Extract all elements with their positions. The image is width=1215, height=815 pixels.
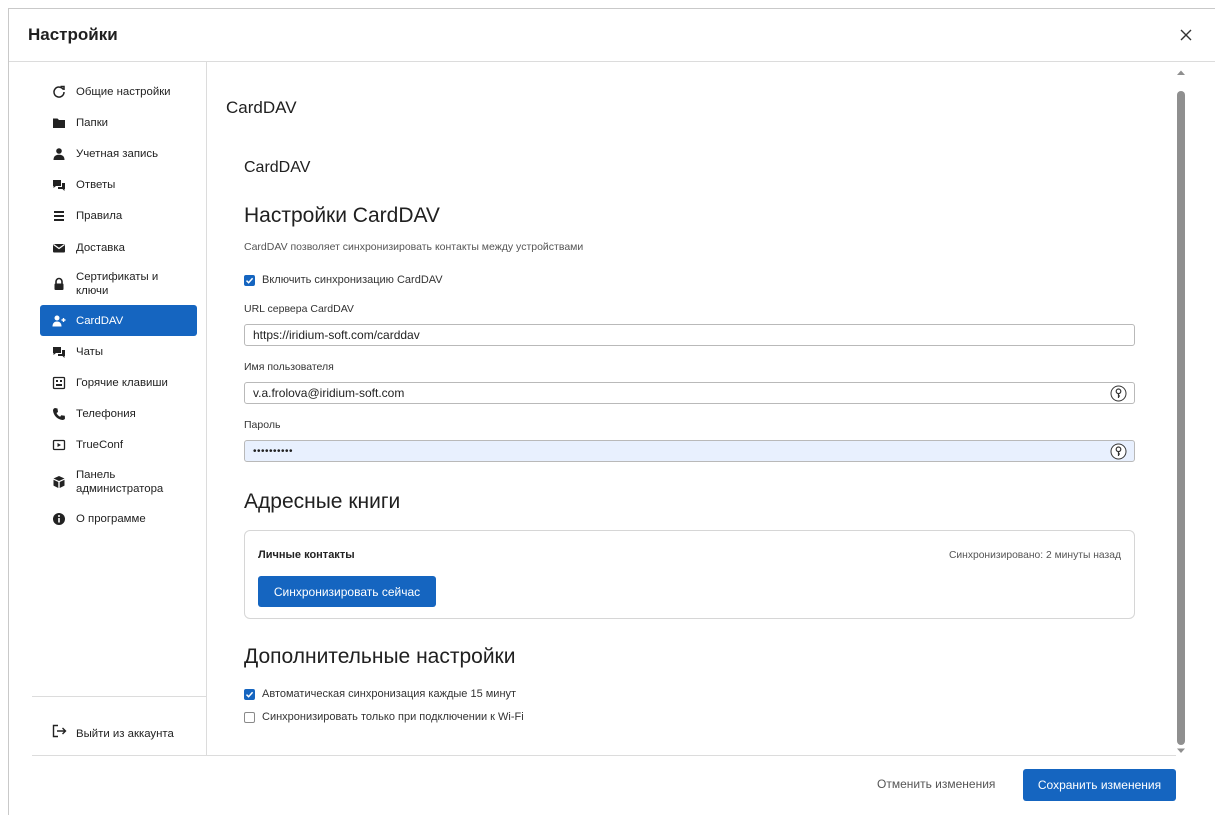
password-value: •••••••••• <box>253 445 294 457</box>
username-label: Имя пользователя <box>244 361 334 373</box>
checkbox-checked-icon <box>244 274 255 286</box>
sync-status: Синхронизировано: 2 минуты назад <box>948 550 1121 561</box>
sidebar-item-label: Чаты <box>76 345 104 358</box>
keyboard-icon <box>52 376 66 390</box>
enable-sync-checkbox[interactable]: Включить синхронизацию CardDAV <box>244 274 443 286</box>
sidebar-item-label: TrueConf <box>76 439 124 452</box>
sidebar-item-replies[interactable]: Ответы <box>40 170 197 201</box>
sidebar-item-telephony[interactable]: Телефония <box>40 399 197 430</box>
sync-now-button[interactable]: Синхронизировать сейчас <box>258 576 436 607</box>
wifi-only-checkbox[interactable]: Синхронизировать только при подключении … <box>244 711 524 723</box>
scroll-up-arrow-icon[interactable] <box>1176 69 1186 77</box>
password-label: Пароль <box>244 419 281 431</box>
sidebar-item-admin-panel[interactable]: Панель администратора <box>40 461 197 503</box>
sidebar-item-label: Панель администратора <box>76 469 164 496</box>
scrollbar-thumb[interactable] <box>1177 91 1185 745</box>
address-book-name: Личные контакты <box>258 549 355 561</box>
sidebar-item-general[interactable]: Общие настройки <box>40 76 197 107</box>
chat-icon <box>52 178 66 192</box>
settings-window: Настройки Общие настройки Папки Учетная … <box>8 8 1215 815</box>
sidebar-item-label: Телефония <box>76 408 136 421</box>
enable-sync-label: Включить синхронизацию CardDAV <box>262 274 443 286</box>
window-title: Настройки <box>28 25 118 44</box>
advanced-heading: Дополнительные настройки <box>244 645 516 668</box>
scroll-down-arrow-icon[interactable] <box>1176 747 1186 755</box>
sidebar-item-carddav[interactable]: CardDAV <box>40 305 197 337</box>
save-button[interactable]: Сохранить изменения <box>1023 769 1176 801</box>
settings-heading: Настройки CardDAV <box>244 204 440 227</box>
title-bar: Настройки <box>9 9 1215 61</box>
auto-sync-checkbox[interactable]: Автоматическая синхронизация каждые 15 м… <box>244 688 516 700</box>
sidebar-item-chats[interactable]: Чаты <box>40 336 197 367</box>
server-url-input[interactable]: https://iridium-soft.com/carddav <box>244 324 1135 346</box>
password-manager-key-icon[interactable] <box>1110 443 1127 460</box>
section-subtitle: CardDAV <box>244 159 311 176</box>
cancel-button[interactable]: Отменить изменения <box>877 777 995 791</box>
sidebar-item-rules[interactable]: Правила <box>40 201 197 232</box>
sidebar-item-label: О программе <box>76 512 146 525</box>
logout-button[interactable]: Выйти из аккаунта <box>52 724 174 743</box>
username-value: v.a.frolova@iridium-soft.com <box>253 386 405 400</box>
sidebar-item-folders[interactable]: Папки <box>40 107 197 138</box>
sidebar-item-label: CardDAV <box>76 314 124 327</box>
sidebar-item-delivery[interactable]: Доставка <box>40 232 197 263</box>
phone-icon <box>52 407 66 421</box>
server-url-value: https://iridium-soft.com/carddav <box>253 328 420 342</box>
checkbox-checked-icon <box>244 688 255 700</box>
sidebar-item-trueconf[interactable]: TrueConf <box>40 430 197 461</box>
folder-icon <box>52 116 66 130</box>
sidebar-item-certificates[interactable]: Сертификаты и ключи <box>40 263 197 305</box>
sidebar-item-label: Правила <box>76 210 123 223</box>
wifi-only-label: Синхронизировать только при подключении … <box>262 711 524 723</box>
user-plus-icon <box>52 314 66 328</box>
logout-icon <box>52 724 67 743</box>
refresh-icon <box>52 85 66 99</box>
checkbox-unchecked-icon <box>244 711 255 723</box>
sidebar-item-hotkeys[interactable]: Горячие клавиши <box>40 368 197 399</box>
close-icon[interactable] <box>1174 23 1198 47</box>
address-book-card: Личные контакты Синхронизировано: 2 мину… <box>244 530 1135 619</box>
sidebar-nav: Общие настройки Папки Учетная запись Отв… <box>40 76 197 534</box>
sidebar-item-account[interactable]: Учетная запись <box>40 138 197 169</box>
sidebar-item-label: Сертификаты и ключи <box>76 271 159 298</box>
sidebar-item-about[interactable]: О программе <box>40 503 197 534</box>
sidebar-item-label: Общие настройки <box>76 85 171 98</box>
logout-label: Выйти из аккаунта <box>76 727 174 740</box>
video-icon <box>52 438 66 452</box>
list-icon <box>52 209 66 223</box>
password-input[interactable]: •••••••••• <box>244 440 1135 462</box>
page-title: CardDAV <box>226 98 297 117</box>
settings-content: CardDAV CardDAV Настройки CardDAV CardDA… <box>207 62 1177 755</box>
lock-icon <box>52 277 66 291</box>
footer-divider <box>32 755 1176 756</box>
server-url-label: URL сервера CardDAV <box>244 303 354 315</box>
admin-icon <box>52 475 66 489</box>
sidebar-item-label: Ответы <box>76 179 116 192</box>
user-icon <box>52 147 66 161</box>
username-input[interactable]: v.a.frolova@iridium-soft.com <box>244 382 1135 404</box>
sidebar-item-label: Горячие клавиши <box>76 377 168 390</box>
sidebar-divider <box>32 696 206 697</box>
sidebar-item-label: Учетная запись <box>76 147 159 160</box>
description-text: CardDAV позволяет синхронизировать конта… <box>244 241 584 253</box>
envelope-icon <box>52 241 66 255</box>
sidebar-item-label: Доставка <box>76 241 125 254</box>
content-scrollbar[interactable] <box>1175 69 1189 755</box>
chat-icon <box>52 345 66 359</box>
info-icon <box>52 512 66 526</box>
address-books-heading: Адресные книги <box>244 490 401 513</box>
sidebar-item-label: Папки <box>76 116 109 129</box>
sidebar: Общие настройки Папки Учетная запись Отв… <box>9 62 207 755</box>
password-manager-key-icon[interactable] <box>1110 385 1127 402</box>
auto-sync-label: Автоматическая синхронизация каждые 15 м… <box>262 688 517 700</box>
